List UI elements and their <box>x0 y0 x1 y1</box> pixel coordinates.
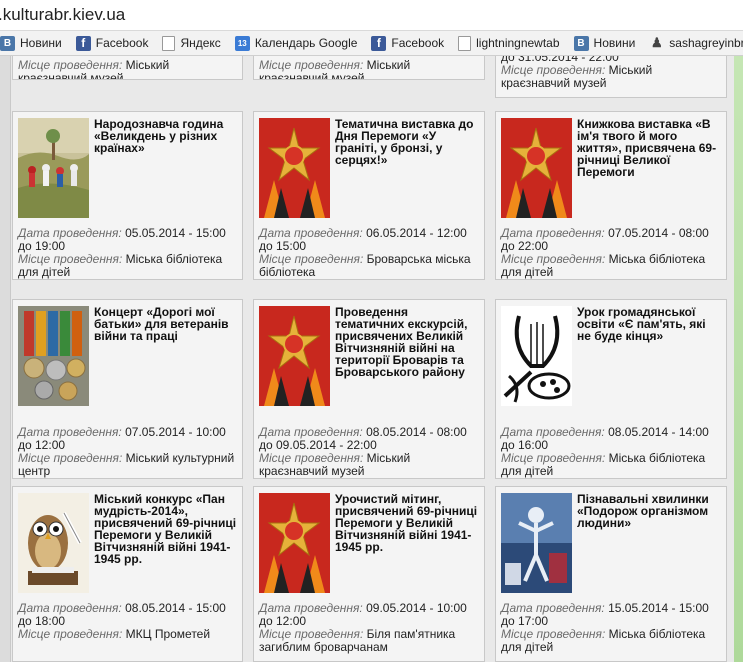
human-body-image <box>501 493 572 593</box>
event-card[interactable]: Концерт «Дорогі мої батьки» для ветерані… <box>12 299 243 479</box>
event-place: Місце проведення: Міська бібліотека для … <box>501 627 706 654</box>
bookmark-label: Facebook <box>391 36 445 50</box>
event-date: Дата проведення: 08.05.2014 - 15:00 до 1… <box>18 601 226 628</box>
right-sidebar-strip <box>734 56 743 662</box>
event-card[interactable]: Урочистий мітинг, присвячений 69-річниці… <box>253 486 485 662</box>
event-thumbnail[interactable] <box>259 306 330 406</box>
bookmark-novyny-1[interactable]: B Новини <box>0 31 62 55</box>
calendar-icon: 13 <box>234 35 250 51</box>
event-card-partial[interactable]: Місце проведення: Міський краєзнавчий му… <box>253 56 485 80</box>
address-text[interactable]: .kulturabr.kiev.ua <box>0 5 125 25</box>
victory-order-image <box>259 118 330 218</box>
page-icon <box>162 35 176 51</box>
event-card[interactable]: Урок громадянської освіти «Є пам'ять, як… <box>495 299 727 479</box>
vk-icon: B <box>0 35 15 51</box>
event-date: Дата проведення: 07.05.2014 - 10:00 до 1… <box>18 425 226 452</box>
event-date: Дата проведення: 08.05.2014 - 08:00 до 0… <box>259 425 467 452</box>
bookmark-label: Facebook <box>95 36 149 50</box>
event-card-partial[interactable]: до 31.05.2014 - 22:00 Місце проведення: … <box>495 56 727 98</box>
event-thumbnail[interactable] <box>501 118 572 218</box>
bookmark-label: Новини <box>20 36 62 50</box>
event-thumbnail[interactable] <box>18 306 89 406</box>
event-title[interactable]: Міський конкурс «Пан мудрість-2014», при… <box>94 493 238 565</box>
victory-order-image <box>259 493 330 593</box>
user-icon: ♟ <box>650 35 663 50</box>
event-thumbnail[interactable] <box>259 118 330 218</box>
bookmarks-bar: B Новини f Facebook Яндекс 13 Календарь … <box>0 31 743 56</box>
event-card[interactable]: Книжкова виставка «В ім'я твого й мого ж… <box>495 111 727 280</box>
event-place: Місце проведення: Міський краєзнавчий му… <box>259 451 411 478</box>
event-title[interactable]: Проведення тематичних екскурсій, присвяч… <box>335 306 480 378</box>
event-place: Місце проведення: Броварська міська бібл… <box>259 252 471 279</box>
event-title[interactable]: Урочистий мітинг, присвячений 69-річниці… <box>335 493 480 553</box>
event-date: Дата проведення: 08.05.2014 - 14:00 до 1… <box>501 425 709 452</box>
event-title[interactable]: Концерт «Дорогі мої батьки» для ветерані… <box>94 306 238 342</box>
bookmark-label: Календарь Google <box>254 36 358 50</box>
bookmark-yandex[interactable]: Яндекс <box>162 31 221 55</box>
events-page: Місце проведення: Міський краєзнавчий му… <box>0 56 743 662</box>
event-place: Місце проведення: Міський краєзнавчий му… <box>501 63 653 90</box>
event-place: Місце проведення: Міський краєзнавчий му… <box>18 58 170 80</box>
bookmark-lightningnewtab[interactable]: lightningnewtab <box>458 31 560 55</box>
facebook-icon: f <box>371 35 387 51</box>
event-thumbnail[interactable] <box>501 306 572 406</box>
event-place: Місце проведення: Міська бібліотека для … <box>501 451 706 478</box>
victory-order-image <box>501 118 572 218</box>
left-margin-strip <box>0 56 11 662</box>
event-thumbnail[interactable] <box>18 493 89 593</box>
bookmark-label: Новини <box>593 36 636 50</box>
lyre-image <box>501 306 572 406</box>
bookmark-label: lightningnewtab <box>476 36 560 50</box>
event-place: Місце проведення: Міський краєзнавчий му… <box>259 58 411 80</box>
event-card[interactable]: Народознавча година «Великдень у різних … <box>12 111 243 280</box>
event-card[interactable]: Пізнавальні хвилинки «Подорож організмом… <box>495 486 727 662</box>
event-card[interactable]: Тематична виставка до Дня Перемоги «У гр… <box>253 111 485 280</box>
event-title[interactable]: Книжкова виставка «В ім'я твого й мого ж… <box>577 118 722 178</box>
event-date: Дата проведення: 09.05.2014 - 10:00 до 1… <box>259 601 467 628</box>
event-date: Дата проведення: 06.05.2014 - 12:00 до 1… <box>259 226 467 253</box>
bookmark-sashagreyinbro[interactable]: ♟ sashagreyinbro <box>649 31 743 55</box>
event-thumbnail[interactable] <box>501 493 572 593</box>
bookmark-google-calendar[interactable]: 13 Календарь Google <box>234 31 358 55</box>
event-date: Дата проведення: 07.05.2014 - 08:00 до 2… <box>501 226 709 253</box>
bookmark-label: sashagreyinbro <box>669 36 743 50</box>
event-title[interactable]: Тематична виставка до Дня Перемоги «У гр… <box>335 118 480 166</box>
owl-image <box>18 493 89 593</box>
event-place: Місце проведення: Міська бібліотека для … <box>501 252 706 279</box>
address-bar[interactable]: .kulturabr.kiev.ua <box>0 0 743 31</box>
victory-order-image <box>259 306 330 406</box>
event-date: Дата проведення: 15.05.2014 - 15:00 до 1… <box>501 601 709 628</box>
event-title[interactable]: Урок громадянської освіти «Є пам'ять, як… <box>577 306 722 342</box>
event-place: Місце проведення: МКЦ Прометей <box>18 627 211 641</box>
bookmark-label: Яндекс <box>180 36 221 50</box>
event-card[interactable]: Проведення тематичних екскурсій, присвяч… <box>253 299 485 479</box>
event-title[interactable]: Народознавча година «Великдень у різних … <box>94 118 238 154</box>
easter-painting-image <box>18 118 89 218</box>
bookmark-facebook-2[interactable]: f Facebook <box>371 31 444 55</box>
page-icon <box>458 35 472 51</box>
facebook-icon: f <box>75 35 91 51</box>
event-thumbnail[interactable] <box>259 493 330 593</box>
event-place: Місце проведення: Міський культурний цен… <box>18 451 235 478</box>
event-place: Місце проведення: Біля пам'ятника загибл… <box>259 627 456 654</box>
medals-image <box>18 306 89 406</box>
bookmark-novyny-2[interactable]: B Новини <box>573 31 636 55</box>
event-card-partial[interactable]: Місце проведення: Міський краєзнавчий му… <box>12 56 243 80</box>
event-date: Дата проведення: 05.05.2014 - 15:00 до 1… <box>18 226 226 253</box>
vk-icon: B <box>573 35 589 51</box>
event-card[interactable]: Міський конкурс «Пан мудрість-2014», при… <box>12 486 243 662</box>
event-thumbnail[interactable] <box>18 118 89 218</box>
event-title[interactable]: Пізнавальні хвилинки «Подорож організмом… <box>577 493 722 529</box>
event-place: Місце проведення: Міська бібліотека для … <box>18 252 223 279</box>
bookmark-facebook-1[interactable]: f Facebook <box>75 31 149 55</box>
